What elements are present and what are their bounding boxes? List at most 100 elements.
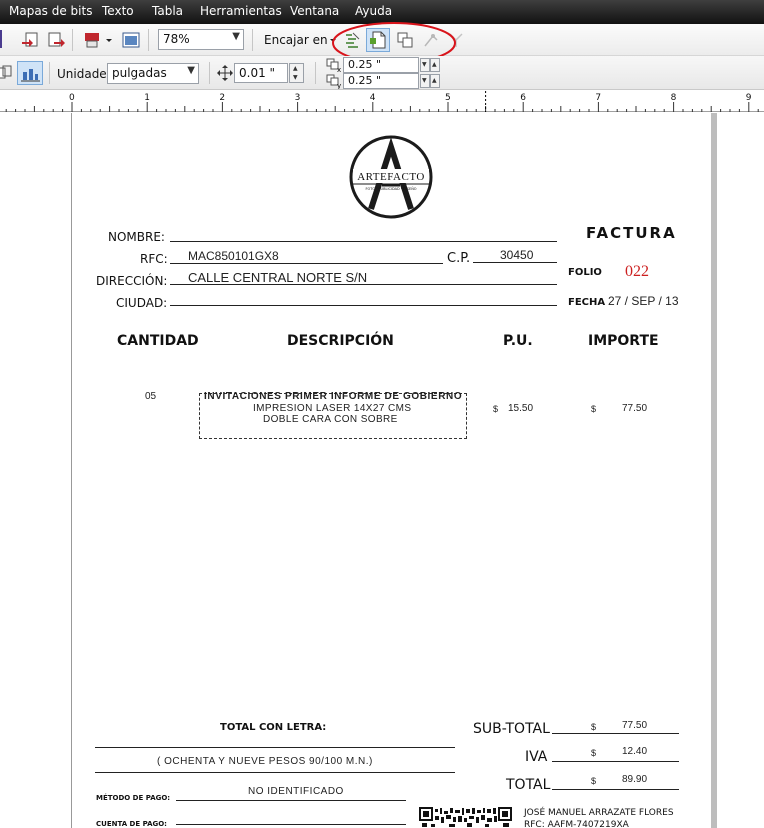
document-page[interactable]: [71, 113, 711, 828]
duplicate-x-stepper[interactable]: ▼: [420, 58, 430, 72]
fit-to-button[interactable]: Encajar en: [264, 33, 328, 47]
item-importe-currency: $: [591, 404, 597, 414]
fecha-value[interactable]: 27 / SEP / 13: [608, 294, 679, 308]
metodo-pago-line: [176, 800, 406, 801]
ruler-scale: 0 1 2 3 4 5 6 7 8 9: [5, 91, 759, 112]
ruler-label: 8: [671, 93, 677, 103]
separator: [209, 62, 210, 84]
total-value[interactable]: 89.90: [622, 774, 647, 785]
column-header-importe: IMPORTE: [588, 333, 659, 349]
item-description-line-1[interactable]: INVITACIONES PRIMER INFORME DE GOBIERNO: [204, 391, 462, 402]
folio-label: FOLIO: [568, 267, 602, 278]
import-icon[interactable]: [20, 30, 40, 50]
total-line: [552, 789, 679, 790]
total-letra-value[interactable]: ( OCHENTA Y NUEVE PESOS 90/100 M.N.): [157, 756, 373, 767]
subtotal-line: [552, 733, 679, 734]
ruler-label: 4: [370, 93, 376, 103]
metodo-pago-value[interactable]: NO IDENTIFICADO: [248, 786, 344, 797]
horizontal-ruler[interactable]: 0 1 2 3 4 5 6 7 8 9: [0, 91, 764, 112]
menu-tabla[interactable]: Tabla: [152, 4, 183, 18]
duplicate-y-stepper-up[interactable]: ▲: [430, 74, 440, 88]
item-cantidad[interactable]: 05: [145, 391, 156, 402]
zoom-level-select[interactable]: 78% ▼: [158, 29, 244, 50]
duplicate-y-input[interactable]: 0.25 ": [343, 73, 419, 89]
menu-ventana[interactable]: Ventana: [290, 4, 339, 18]
rfc-line: [170, 263, 443, 264]
subtotal-currency: $: [591, 722, 597, 732]
iva-label: IVA: [525, 749, 548, 765]
menu-texto[interactable]: Texto: [102, 4, 134, 18]
iva-line: [552, 761, 679, 762]
nudge-icon: [216, 64, 234, 84]
duplicate-y-stepper[interactable]: ▼: [420, 74, 430, 88]
duplicate-y-icon: y: [325, 73, 343, 90]
svg-text:y: y: [337, 82, 341, 89]
separator: [49, 62, 50, 84]
subtotal-value[interactable]: 77.50: [622, 720, 647, 731]
chevron-down-icon: ▼: [187, 65, 195, 76]
iva-value[interactable]: 12.40: [622, 746, 647, 757]
folio-value[interactable]: 022: [625, 263, 649, 281]
svg-text:x: x: [337, 66, 341, 73]
cp-value[interactable]: 30450: [500, 248, 533, 262]
separator: [252, 29, 253, 51]
ciudad-line: [170, 305, 557, 306]
partial-icon[interactable]: [0, 30, 2, 48]
item-importe[interactable]: 77.50: [622, 403, 647, 414]
chevron-down-icon: ▼: [232, 31, 240, 42]
duplicate-x-value: 0.25 ": [348, 58, 382, 71]
svg-text:ARTEFACTO: ARTEFACTO: [357, 171, 425, 183]
app-window: Mapas de bits Texto Tabla Herramientas V…: [0, 0, 764, 828]
iva-currency: $: [591, 748, 597, 758]
separator: [148, 29, 149, 51]
nudge-stepper[interactable]: ▲ ▼: [289, 63, 304, 83]
column-header-cantidad: CANTIDAD: [117, 333, 199, 349]
invoice-title: FACTURA: [586, 224, 677, 242]
menu-ayuda[interactable]: Ayuda: [355, 4, 392, 18]
chevron-down-icon[interactable]: [104, 30, 114, 50]
ruler-label: 3: [295, 93, 301, 103]
publish-icon[interactable]: [82, 30, 102, 50]
item-description-line-3[interactable]: DOBLE CARA CON SOBRE: [263, 414, 398, 425]
artefacto-logo: ARTEFACTO FOTO · PUBLICIDAD · DISEÑO: [349, 135, 433, 219]
issuer-name: JOSÉ MANUEL ARRAZATE FLORES: [524, 808, 674, 818]
column-header-pu: P.U.: [503, 333, 533, 349]
duplicate-x-stepper-up[interactable]: ▲: [430, 58, 440, 72]
ciudad-label: CIUDAD:: [116, 296, 168, 310]
application-launcher-icon[interactable]: [121, 30, 141, 50]
item-pu[interactable]: 15.50: [508, 403, 533, 414]
drawing-workspace[interactable]: ARTEFACTO FOTO · PUBLICIDAD · DISEÑO FAC…: [0, 113, 764, 828]
ruler-label: 1: [144, 93, 150, 103]
units-select[interactable]: pulgadas ▼: [107, 63, 199, 84]
total-letra-line-1: [95, 747, 455, 748]
current-page-icon[interactable]: [17, 61, 43, 85]
rfc-label: RFC:: [140, 252, 168, 266]
property-bar: Unidades: pulgadas ▼ 0.01 " ▲ ▼ x 0.25 " …: [0, 56, 764, 90]
separator: [72, 29, 73, 51]
nombre-line: [170, 241, 557, 242]
duplicate-y-value: 0.25 ": [348, 74, 382, 87]
menu-herramientas[interactable]: Herramientas: [200, 4, 282, 18]
direccion-value[interactable]: CALLE CENTRAL NORTE S/N: [188, 270, 367, 285]
page-layout-icon[interactable]: [0, 63, 16, 83]
duplicate-x-input[interactable]: 0.25 ": [343, 57, 419, 73]
qr-code-icon: [419, 807, 513, 828]
item-description-line-2[interactable]: IMPRESION LASER 14X27 CMS: [253, 403, 411, 414]
cp-line: [473, 262, 557, 263]
cp-label: C.P.: [447, 251, 471, 266]
separator: [315, 62, 316, 84]
cuenta-pago-line: [176, 824, 406, 825]
export-icon[interactable]: [46, 30, 66, 50]
page-shadow: [711, 113, 717, 828]
menu-mapas-de-bits[interactable]: Mapas de bits: [9, 4, 92, 18]
nombre-label: NOMBRE:: [108, 230, 165, 244]
rfc-value[interactable]: MAC850101GX8: [188, 249, 279, 263]
metodo-pago-label: MÉTODO DE PAGO:: [96, 794, 171, 802]
column-header-descripcion: DESCRIPCIÓN: [287, 333, 394, 349]
total-letra-line-2: [95, 772, 455, 773]
ruler-label: 2: [219, 93, 225, 103]
total-letra-label: TOTAL CON LETRA:: [220, 722, 327, 733]
direccion-line: [170, 284, 557, 285]
nudge-distance-input[interactable]: 0.01 ": [234, 63, 288, 83]
cuenta-pago-label: CUENTA DE PAGO:: [96, 820, 167, 828]
